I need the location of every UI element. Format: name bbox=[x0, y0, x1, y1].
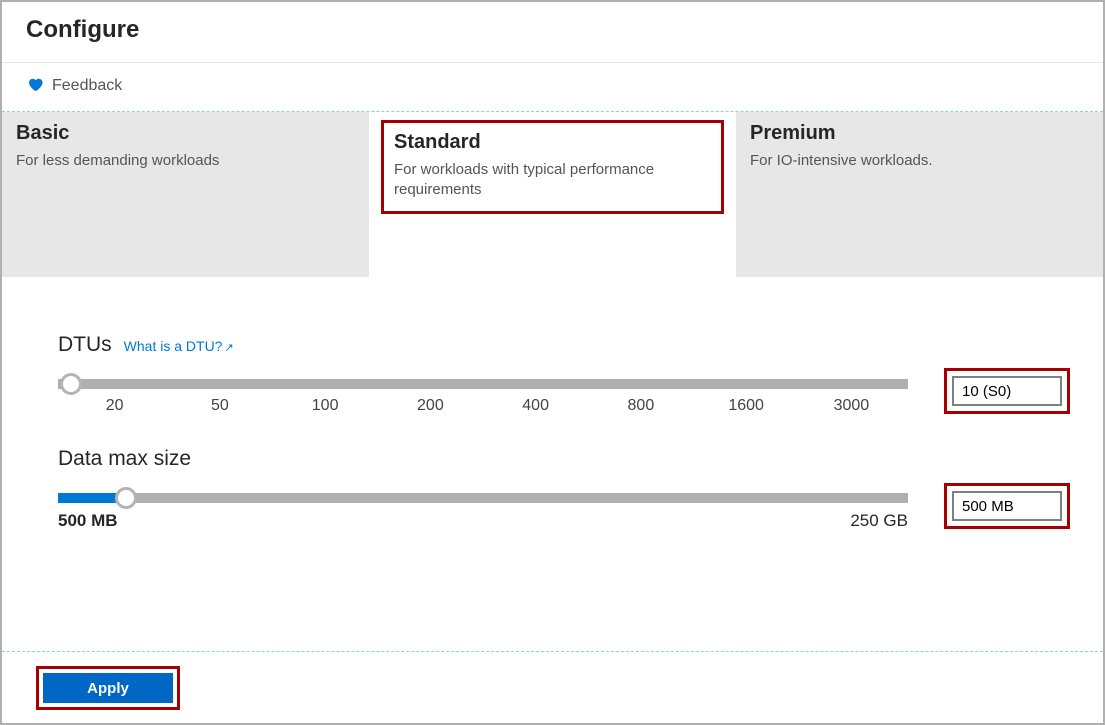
tier-premium[interactable]: Premium For IO-intensive workloads. bbox=[736, 112, 1103, 277]
data-size-min-label: 500 MB bbox=[58, 511, 118, 531]
page-title: Configure bbox=[26, 16, 1079, 44]
dtus-tick: 20 bbox=[62, 397, 167, 415]
tier-title: Basic bbox=[16, 122, 355, 145]
dtus-tick: 50 bbox=[167, 397, 272, 415]
dtus-ticks: 205010020040080016003000 bbox=[58, 397, 908, 415]
data-size-max-label: 250 GB bbox=[850, 511, 908, 531]
tier-selector: Basic For less demanding workloads Stand… bbox=[2, 112, 1103, 277]
data-size-slider-thumb[interactable] bbox=[115, 487, 137, 509]
feedback-link[interactable]: Feedback bbox=[2, 63, 1103, 112]
dtus-value-input[interactable] bbox=[952, 376, 1062, 406]
data-size-value-input[interactable] bbox=[952, 491, 1062, 521]
tier-desc: For IO-intensive workloads. bbox=[750, 151, 1089, 171]
external-link-icon: ↗ bbox=[224, 342, 233, 354]
data-size-slider[interactable] bbox=[58, 493, 908, 503]
dtus-slider-thumb[interactable] bbox=[60, 373, 82, 395]
dtus-tick: 100 bbox=[273, 397, 378, 415]
dtus-tick: 3000 bbox=[799, 397, 904, 415]
data-max-size-label: Data max size bbox=[58, 447, 1057, 471]
tier-title: Standard bbox=[394, 131, 711, 154]
heart-icon bbox=[26, 75, 44, 97]
tier-standard[interactable]: Standard For workloads with typical perf… bbox=[369, 112, 736, 277]
tier-desc: For less demanding workloads bbox=[16, 151, 355, 171]
dtus-tick: 800 bbox=[588, 397, 693, 415]
apply-button[interactable]: Apply bbox=[43, 673, 173, 703]
dtus-tick: 200 bbox=[378, 397, 483, 415]
tier-title: Premium bbox=[750, 122, 1089, 145]
feedback-label: Feedback bbox=[52, 77, 122, 95]
dtus-tick: 1600 bbox=[694, 397, 799, 415]
dtus-tick: 400 bbox=[483, 397, 588, 415]
tier-basic[interactable]: Basic For less demanding workloads bbox=[2, 112, 369, 277]
tier-desc: For workloads with typical performance r… bbox=[394, 160, 711, 201]
dtus-slider[interactable] bbox=[58, 379, 908, 389]
dtu-help-link[interactable]: What is a DTU?↗ bbox=[124, 338, 234, 354]
dtus-label: DTUs What is a DTU?↗ bbox=[58, 333, 1057, 357]
